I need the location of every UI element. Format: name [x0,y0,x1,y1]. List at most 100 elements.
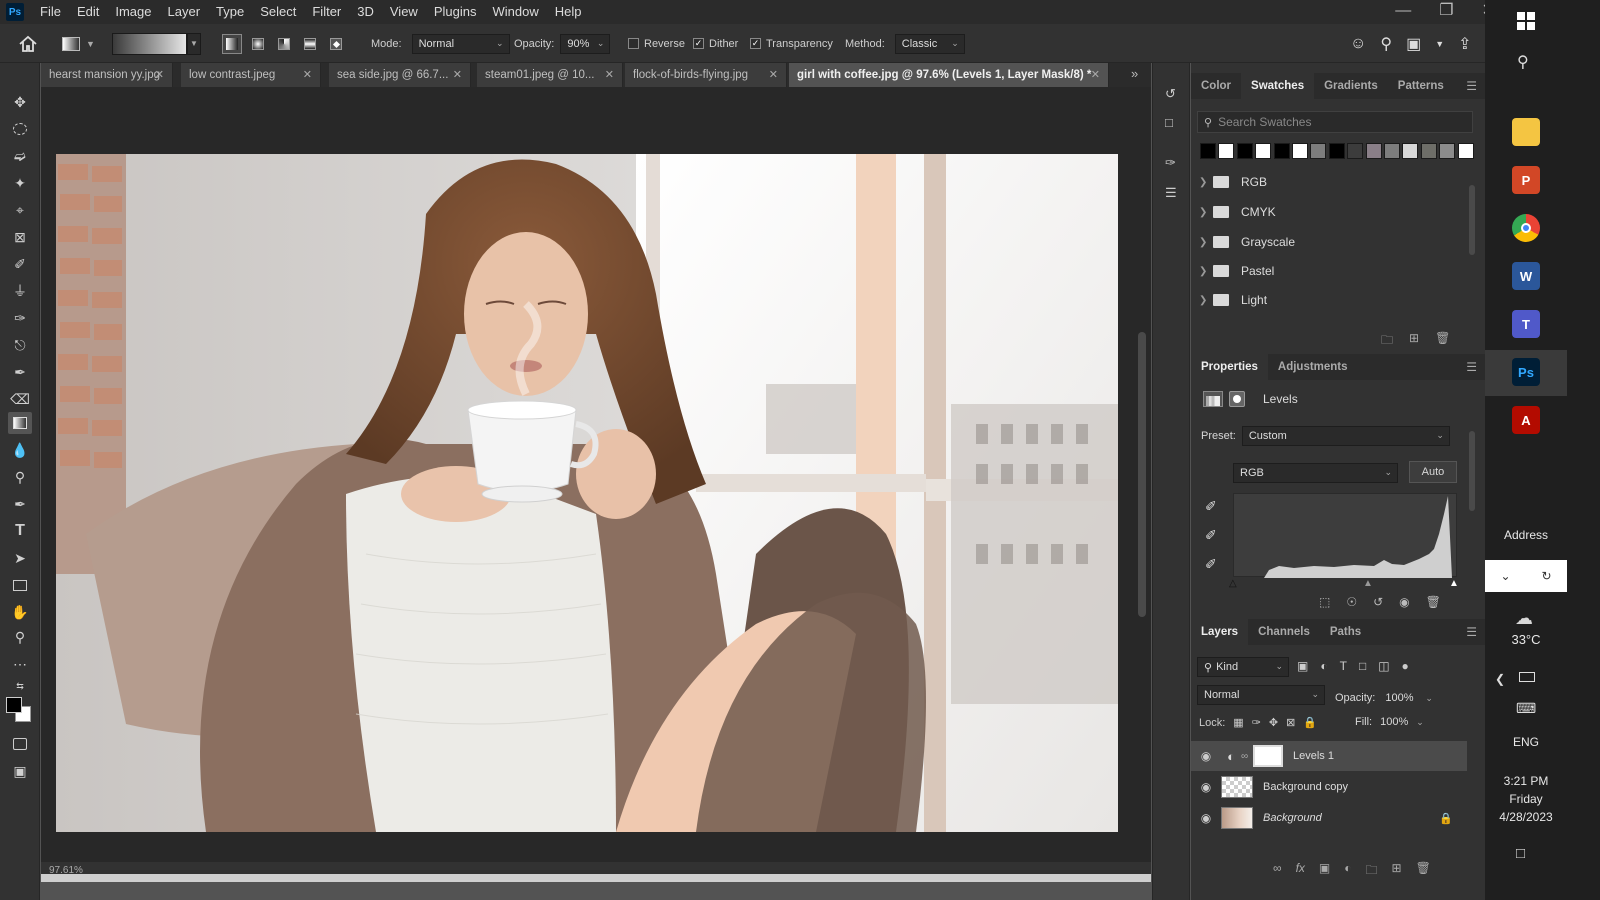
layer-mask-thumbnail[interactable] [1253,745,1283,767]
midtone-input-slider[interactable]: ▲ [1363,578,1373,589]
color-swatch[interactable] [1365,143,1382,159]
angle-gradient-icon[interactable] [274,34,294,54]
white-input-slider[interactable]: ▲ [1449,578,1459,589]
menu-layer[interactable]: Layer [160,0,209,24]
tab-color[interactable]: Color [1191,73,1241,99]
clip-to-layer-icon[interactable]: ⬚ [1319,595,1330,609]
menu-window[interactable]: Window [484,0,546,24]
opacity-input[interactable]: 90% ⌄ [560,33,611,54]
hand-tool-icon[interactable]: ✋ [8,601,32,623]
menu-plugins[interactable]: Plugins [426,0,485,24]
color-swatch[interactable] [1218,143,1235,159]
lock-image-pixels-icon[interactable]: ✑ [1252,716,1261,729]
black-point-eyedropper-icon[interactable]: ✐ [1205,498,1217,515]
quick-mask-icon[interactable] [8,733,32,755]
menu-select[interactable]: Select [252,0,304,24]
radial-gradient-icon[interactable] [248,34,268,54]
close-icon[interactable]: ✕ [303,68,312,81]
reverse-checkbox[interactable]: Reverse [628,24,685,63]
tab-steam01[interactable]: steam01.jpeg @ 10... ✕ [477,63,623,87]
swap-colors-icon[interactable]: ⇆ [8,675,32,697]
link-layers-icon[interactable]: ∞ [1273,861,1282,882]
diamond-gradient-icon[interactable] [326,34,346,54]
type-tool-icon[interactable]: T [8,520,32,542]
method-dropdown[interactable]: Classic ⌄ [894,33,965,54]
new-swatch-icon[interactable]: ⊞ [1409,331,1419,352]
new-adjustment-icon[interactable]: ◐ [1344,861,1351,882]
dodge-tool-icon[interactable]: ⚲ [8,466,32,488]
close-icon[interactable]: ✕ [155,68,164,81]
menu-3d[interactable]: 3D [349,0,382,24]
rectangle-tool-icon[interactable] [8,574,32,596]
path-selection-tool-icon[interactable]: ➤ [8,547,32,569]
move-tool-icon[interactable]: ✥ [8,91,32,113]
chevron-down-icon[interactable]: ▼ [1435,39,1444,49]
color-swatch[interactable] [1310,143,1327,159]
color-swatch[interactable] [1347,143,1364,159]
restore-icon[interactable]: ❐ [1439,0,1453,22]
share-person-icon[interactable]: ☺ [1350,35,1366,53]
healing-brush-tool-icon[interactable]: ⏚ [8,280,32,302]
white-point-eyedropper-icon[interactable]: ✐ [1205,556,1217,573]
tab-properties[interactable]: Properties [1191,354,1268,380]
blend-mode-dropdown[interactable]: Normal ⌄ [1197,685,1325,705]
reset-icon[interactable]: ↺ [1373,595,1383,609]
notifications-icon[interactable]: □ [1516,845,1525,862]
comments-icon[interactable]: □ [1165,115,1173,130]
linear-gradient-icon[interactable] [222,33,242,54]
gradient-tool-preset-icon[interactable]: ▼ [62,24,95,63]
filter-toggle-icon[interactable]: ● [1402,659,1409,673]
filter-smart-object-icon[interactable]: ◫ [1378,659,1389,673]
marquee-tool-icon[interactable] [8,118,32,140]
kind-filter-dropdown[interactable]: ⚲ Kind ⌄ [1197,657,1289,677]
menu-view[interactable]: View [382,0,426,24]
search-icon[interactable]: ⚲ [1380,34,1392,54]
folder-pastel[interactable]: ❯ Pastel [1199,257,1465,285]
menu-help[interactable]: Help [547,0,590,24]
horizontal-scrollbar[interactable] [41,874,1151,882]
lock-transparent-pixels-icon[interactable]: ▦ [1233,716,1243,729]
layer-levels-1[interactable]: ◉ ◐ ∞ Levels 1 [1191,741,1467,771]
color-swatch[interactable] [1402,143,1419,159]
channel-dropdown[interactable]: RGB ⌄ [1233,463,1398,483]
home-icon[interactable] [18,24,38,63]
menu-filter[interactable]: Filter [304,0,349,24]
close-icon[interactable]: ✕ [453,68,462,81]
dither-checkbox[interactable]: ✓ Dither [693,24,738,63]
color-swatch[interactable] [1200,143,1216,159]
color-swatch[interactable] [1328,143,1345,159]
trash-icon[interactable]: 🗑 [1426,595,1441,609]
windows-start-icon[interactable] [1517,12,1535,30]
chrome-icon[interactable] [1512,214,1540,242]
battery-icon[interactable] [1519,672,1535,682]
address-bar[interactable]: ⌄ ↻ [1485,560,1567,592]
gradient-picker[interactable]: ▼ [112,24,201,63]
zoom-tool-icon[interactable]: ⚲ [8,626,32,648]
auto-button[interactable]: Auto [1409,461,1457,483]
menu-file[interactable]: File [32,0,69,24]
trash-icon[interactable]: 🗑 [1416,861,1431,882]
tab-adjustments[interactable]: Adjustments [1268,354,1358,380]
black-input-slider[interactable]: △ [1229,578,1237,589]
pen-tool-icon[interactable]: ✒ [8,493,32,515]
filter-shape-icon[interactable]: □ [1359,659,1366,673]
properties-scrollbar[interactable] [1469,423,1475,583]
close-icon[interactable]: ✕ [605,68,614,81]
folder-cmyk[interactable]: ❯ CMYK [1199,198,1465,226]
minimize-icon[interactable]: — [1395,0,1411,22]
link-icon[interactable]: ∞ [1241,751,1253,762]
tab-gradients[interactable]: Gradients [1314,73,1388,99]
lock-position-icon[interactable]: ✥ [1269,716,1278,729]
history-icon[interactable]: ↺ [1165,86,1176,102]
history-brush-tool-icon[interactable]: ✒ [8,361,32,383]
workspace-icon[interactable]: ▣ [1406,34,1421,54]
color-swatch[interactable] [1457,143,1474,159]
acrobat-icon[interactable]: A [1512,406,1540,434]
clone-stamp-tool-icon[interactable]: ⎋ [8,334,32,356]
layer-background-copy[interactable]: ◉ Background copy [1191,772,1467,802]
vertical-scrollbar[interactable] [1133,87,1151,877]
chevron-down-icon[interactable]: ⌄ [1425,693,1433,704]
tab-channels[interactable]: Channels [1248,619,1320,645]
new-layer-icon[interactable]: ⊞ [1392,861,1402,882]
menu-image[interactable]: Image [107,0,159,24]
